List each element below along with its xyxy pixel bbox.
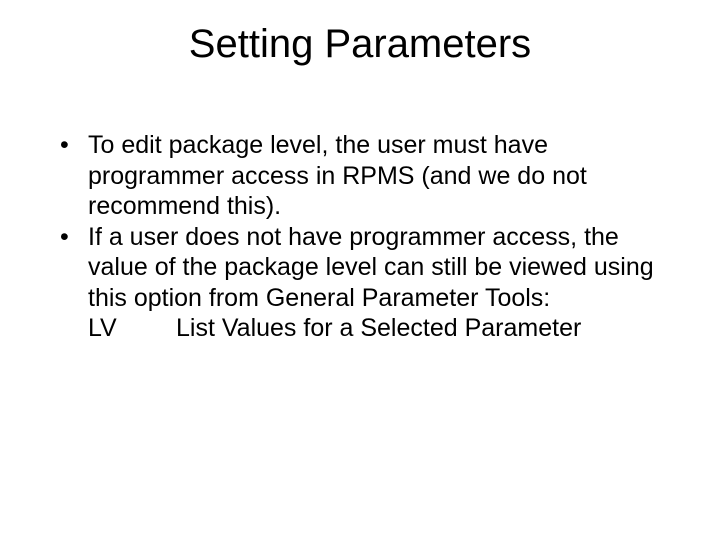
- bullet-list: To edit package level, the user must hav…: [54, 130, 666, 313]
- slide-body: To edit package level, the user must hav…: [54, 130, 666, 344]
- option-code: LV: [88, 313, 176, 344]
- bullet-text: If a user does not have programmer acces…: [88, 223, 654, 312]
- bullet-text: To edit package level, the user must hav…: [88, 131, 587, 220]
- slide: Setting Parameters To edit package level…: [0, 0, 720, 540]
- bullet-item: If a user does not have programmer acces…: [54, 222, 666, 314]
- bullet-item: To edit package level, the user must hav…: [54, 130, 666, 222]
- option-label: List Values for a Selected Parameter: [176, 314, 581, 342]
- slide-title: Setting Parameters: [0, 22, 720, 67]
- option-line: LVList Values for a Selected Parameter: [54, 313, 666, 344]
